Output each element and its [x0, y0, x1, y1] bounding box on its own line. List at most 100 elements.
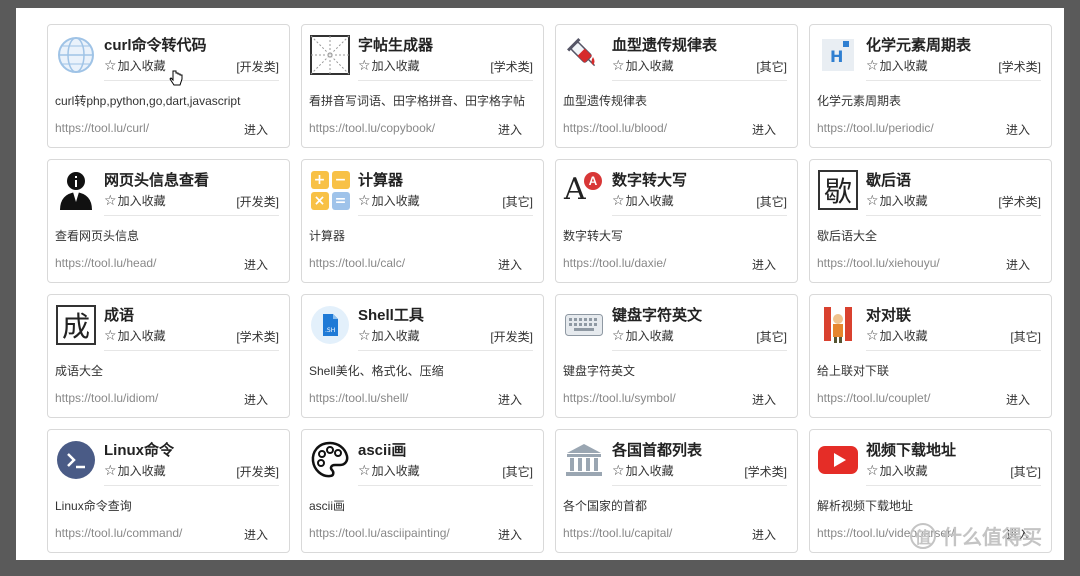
add-favorite-button[interactable]: ☆ 加入收藏: [104, 192, 166, 209]
add-favorite-button[interactable]: ☆ 加入收藏: [866, 192, 928, 209]
card-url[interactable]: https://tool.lu/shell/: [309, 391, 408, 405]
card-title[interactable]: 成语: [104, 304, 134, 325]
tool-card[interactable]: Linux命令 ☆ 加入收藏 [开发类] Linux命令查询 https://to…: [47, 429, 290, 553]
card-url[interactable]: https://tool.lu/copybook/: [309, 121, 435, 135]
star-icon: ☆: [612, 57, 625, 73]
tool-list-page: curl命令转代码 ☆ 加入收藏 [开发类] curl转php,python,go…: [16, 8, 1064, 560]
tool-card[interactable]: ascii画 ☆ 加入收藏 [其它] ascii画 https://tool.lu…: [301, 429, 544, 553]
card-url[interactable]: https://tool.lu/blood/: [563, 121, 667, 135]
add-favorite-button[interactable]: ☆ 加入收藏: [104, 327, 166, 344]
card-title[interactable]: 键盘字符英文: [612, 304, 702, 325]
card-url[interactable]: https://tool.lu/symbol/: [563, 391, 676, 405]
card-title[interactable]: ascii画: [358, 439, 406, 460]
card-title[interactable]: 化学元素周期表: [866, 34, 971, 55]
card-url[interactable]: https://tool.lu/command/: [55, 526, 182, 540]
tool-grid: curl命令转代码 ☆ 加入收藏 [开发类] curl转php,python,go…: [47, 24, 1052, 553]
enter-link[interactable]: 进入: [498, 256, 522, 273]
enter-link[interactable]: 进入: [752, 256, 776, 273]
divider: [358, 80, 533, 81]
tool-card[interactable]: 键盘字符英文 ☆ 加入收藏 [其它] 键盘字符英文 https://tool.lu…: [555, 294, 798, 418]
curl-globe-icon: [56, 35, 96, 75]
enter-link[interactable]: 进入: [244, 121, 268, 138]
card-url[interactable]: https://tool.lu/curl/: [55, 121, 149, 135]
card-title[interactable]: 歇后语: [866, 169, 911, 190]
enter-link[interactable]: 进入: [752, 526, 776, 543]
xie-character-icon: 歇: [818, 170, 858, 210]
enter-link[interactable]: 进入: [498, 121, 522, 138]
card-url[interactable]: https://tool.lu/periodic/: [817, 121, 934, 135]
divider: [358, 350, 533, 351]
enter-link[interactable]: 进入: [244, 526, 268, 543]
card-url[interactable]: https://tool.lu/calc/: [309, 256, 405, 270]
card-title[interactable]: 对对联: [866, 304, 911, 325]
tool-card[interactable]: 网页头信息查看 ☆ 加入收藏 [开发类] 查看网页头信息 https://tool…: [47, 159, 290, 283]
divider: [104, 80, 279, 81]
card-title[interactable]: 计算器: [358, 169, 403, 190]
divider: [612, 350, 787, 351]
card-url[interactable]: https://tool.lu/asciipainting/: [309, 526, 450, 540]
card-url[interactable]: https://tool.lu/head/: [55, 256, 156, 270]
card-url[interactable]: https://tool.lu/daxie/: [563, 256, 666, 270]
add-favorite-button[interactable]: ☆ 加入收藏: [612, 462, 674, 479]
divider: [104, 350, 279, 351]
card-description: 计算器: [309, 229, 346, 243]
tool-card[interactable]: A A 数字转大写 ☆ 加入收藏 [其它] 数字转大写 https://tool.…: [555, 159, 798, 283]
cheng-character-icon: 成: [56, 305, 96, 345]
add-favorite-button[interactable]: ☆ 加入收藏: [612, 327, 674, 344]
card-title[interactable]: Shell工具: [358, 304, 424, 325]
tool-card[interactable]: 血型遗传规律表 ☆ 加入收藏 [其它] 血型遗传规律表 https://tool.…: [555, 24, 798, 148]
enter-link[interactable]: 进入: [244, 256, 268, 273]
card-title[interactable]: Linux命令: [104, 439, 174, 460]
card-url[interactable]: https://tool.lu/capital/: [563, 526, 672, 540]
watermark-text: 什么值得买: [942, 527, 1042, 549]
enter-link[interactable]: 进入: [498, 391, 522, 408]
card-url[interactable]: https://tool.lu/xiehouyu/: [817, 256, 940, 270]
card-title[interactable]: 网页头信息查看: [104, 169, 209, 190]
add-favorite-button[interactable]: ☆ 加入收藏: [358, 462, 420, 479]
enter-link[interactable]: 进入: [1006, 256, 1030, 273]
enter-link[interactable]: 进入: [244, 391, 268, 408]
add-favorite-button[interactable]: ☆ 加入收藏: [358, 327, 420, 344]
add-favorite-button[interactable]: ☆ 加入收藏: [358, 192, 420, 209]
tool-card[interactable]: 各国首都列表 ☆ 加入收藏 [学术类] 各个国家的首都 https://tool.…: [555, 429, 798, 553]
divider: [104, 215, 279, 216]
tool-card[interactable]: 字帖生成器 ☆ 加入收藏 [学术类] 看拼音写词语、田字格拼音、田字格字帖 htt…: [301, 24, 544, 148]
add-favorite-button[interactable]: ☆ 加入收藏: [104, 462, 166, 479]
add-favorite-button[interactable]: ☆ 加入收藏: [104, 57, 166, 74]
category-badge: [其它]: [756, 330, 787, 344]
card-url[interactable]: https://tool.lu/idiom/: [55, 391, 158, 405]
divider: [612, 215, 787, 216]
add-favorite-button[interactable]: ☆ 加入收藏: [612, 57, 674, 74]
tool-card[interactable]: H 化学元素周期表 ☆ 加入收藏 [学术类] 化学元素周期表 https://to…: [809, 24, 1052, 148]
card-title[interactable]: curl命令转代码: [104, 34, 207, 55]
tool-card[interactable]: 歇 歇后语 ☆ 加入收藏 [学术类] 歇后语大全 https://tool.lu/…: [809, 159, 1052, 283]
card-url[interactable]: https://tool.lu/couplet/: [817, 391, 930, 405]
tool-card[interactable]: 对对联 ☆ 加入收藏 [其它] 给上联对下联 https://tool.lu/co…: [809, 294, 1052, 418]
category-badge: [学术类]: [998, 60, 1041, 74]
keyboard-icon: [564, 305, 604, 345]
add-favorite-button[interactable]: ☆ 加入收藏: [866, 327, 928, 344]
category-badge: [开发类]: [236, 465, 279, 479]
enter-link[interactable]: 进入: [1006, 391, 1030, 408]
calculator-icon: + − × =: [310, 170, 350, 210]
card-title[interactable]: 字帖生成器: [358, 34, 433, 55]
tool-card[interactable]: 成 成语 ☆ 加入收藏 [学术类] 成语大全 https://tool.lu/id…: [47, 294, 290, 418]
card-title[interactable]: 数字转大写: [612, 169, 687, 190]
card-description: 化学元素周期表: [817, 94, 902, 108]
tool-card[interactable]: .SH Shell工具 ☆ 加入收藏 [开发类] Shell美化、格式化、压缩 h…: [301, 294, 544, 418]
enter-link[interactable]: 进入: [1006, 121, 1030, 138]
enter-link[interactable]: 进入: [752, 121, 776, 138]
card-title[interactable]: 各国首都列表: [612, 439, 702, 460]
add-favorite-button[interactable]: ☆ 加入收藏: [866, 462, 928, 479]
tool-card[interactable]: + − × = 计算器 ☆ 加入收藏 [其它] 计算器 https://tool.…: [301, 159, 544, 283]
card-description: 查看网页头信息: [55, 229, 140, 243]
add-favorite-button[interactable]: ☆ 加入收藏: [358, 57, 420, 74]
divider: [612, 485, 787, 486]
star-icon: ☆: [104, 462, 117, 478]
card-title[interactable]: 视频下载地址: [866, 439, 956, 460]
enter-link[interactable]: 进入: [752, 391, 776, 408]
add-favorite-button[interactable]: ☆ 加入收藏: [866, 57, 928, 74]
card-title[interactable]: 血型遗传规律表: [612, 34, 717, 55]
enter-link[interactable]: 进入: [498, 526, 522, 543]
add-favorite-button[interactable]: ☆ 加入收藏: [612, 192, 674, 209]
